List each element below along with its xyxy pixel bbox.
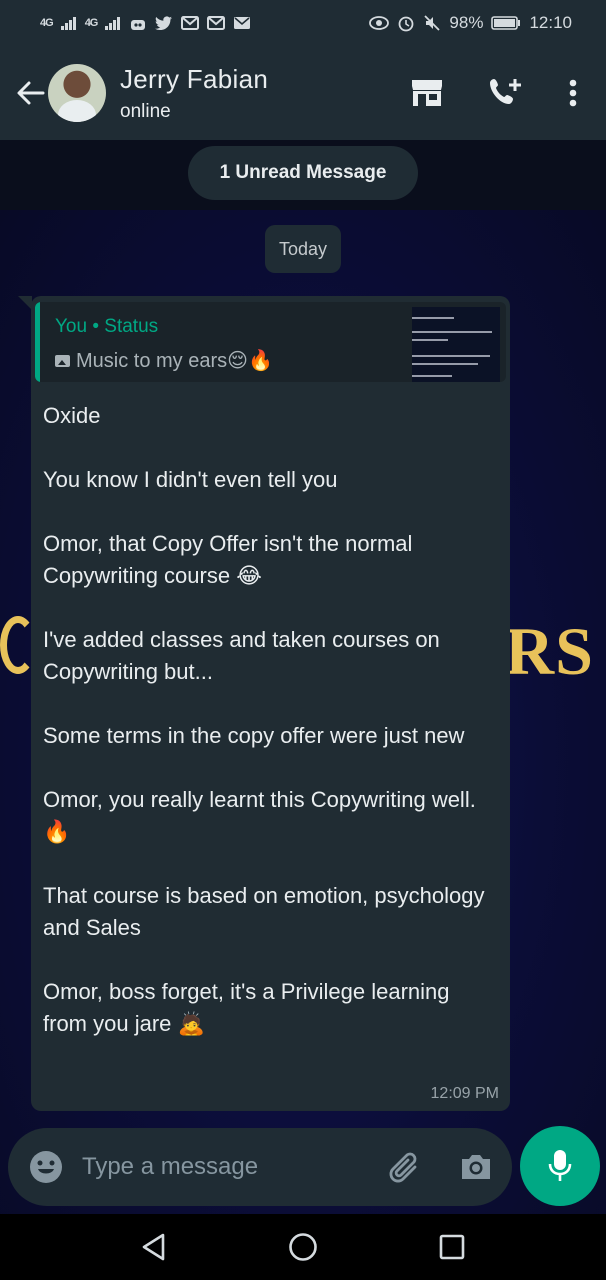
battery-percent: 98% [449,13,484,32]
triangle-back-icon [143,1233,165,1261]
bubble-tail [18,296,32,310]
date-divider: Today [265,225,341,273]
back-button[interactable] [10,80,50,106]
message-paragraph: I've added classes and taken courses on … [43,627,446,684]
nav-back-button[interactable] [124,1217,184,1277]
message-composer: Type a message [8,1128,512,1206]
chat-header: Jerry Fabian online [0,46,606,140]
catalog-store-icon[interactable] [410,78,444,108]
microphone-icon [548,1150,572,1181]
attach-icon[interactable] [386,1149,424,1185]
alarm-icon [399,16,414,32]
gmail-icon [207,16,226,30]
mail-icon [234,17,251,29]
message-paragraph: Some terms in the copy offer were just n… [43,723,465,748]
message-paragraph: Omor, you really learnt this Copywriting… [43,787,482,844]
message-paragraph: Oxide [43,403,101,428]
contact-avatar[interactable] [48,64,106,122]
camera-icon[interactable] [458,1151,494,1183]
contact-name: Jerry Fabian [120,63,269,94]
unread-banner: 1 Unread Message [188,146,418,200]
eye-icon [369,16,390,30]
twitter-icon [155,16,173,31]
signal-bars-icon [105,17,121,30]
circle-home-icon [289,1233,317,1261]
system-navigation-bar [0,1214,606,1280]
add-call-icon[interactable] [488,76,524,110]
message-paragraph: That course is based on emotion, psychol… [43,883,491,940]
contact-presence: online [120,100,171,122]
message-time: 12:09 PM [430,1085,499,1102]
quote-text: Music to my ears😌🔥 [76,350,273,372]
voice-message-button[interactable] [520,1126,600,1206]
signal-bars-icon [60,17,76,30]
more-options-icon[interactable] [568,78,578,108]
clock: 12:10 [529,13,572,32]
contact-info[interactable]: Jerry Fabian online [120,64,268,123]
signal-indicator-1: 4G [40,17,54,29]
status-thumbnail [412,307,500,382]
emoji-icon[interactable] [28,1149,64,1185]
back-arrow-icon [17,81,45,105]
status-bar: 4G 4G 98% 12:10 [0,0,606,46]
quote-author: You • Status [55,316,159,337]
message-paragraph: Omor, that Copy Offer isn't the normal C… [43,531,419,588]
message-paragraph: Omor, boss forget, it's a Privilege lear… [43,979,456,1036]
square-recents-icon [439,1234,464,1260]
mute-icon [424,15,441,31]
nav-recents-button[interactable] [422,1217,482,1277]
quote-text-row: Music to my ears😌🔥 [55,348,273,373]
quote-accent-bar [35,302,40,382]
gmail-icon [181,16,200,30]
message-text: Oxide You know I didn't even tell you Om… [43,400,495,1072]
wallpaper-text: RS [505,613,594,689]
battery-icon [491,16,521,30]
image-icon [55,354,70,367]
message-bubble[interactable]: You • Status Music to my ears😌🔥 Oxide Yo… [31,296,510,1111]
quoted-status[interactable]: You • Status Music to my ears😌🔥 [35,302,506,382]
message-input[interactable]: Type a message [82,1153,386,1181]
signal-indicator-2: 4G [84,17,99,29]
message-paragraph: You know I didn't even tell you [43,467,338,492]
robot-app-icon [131,20,146,30]
nav-home-button[interactable] [273,1217,333,1277]
